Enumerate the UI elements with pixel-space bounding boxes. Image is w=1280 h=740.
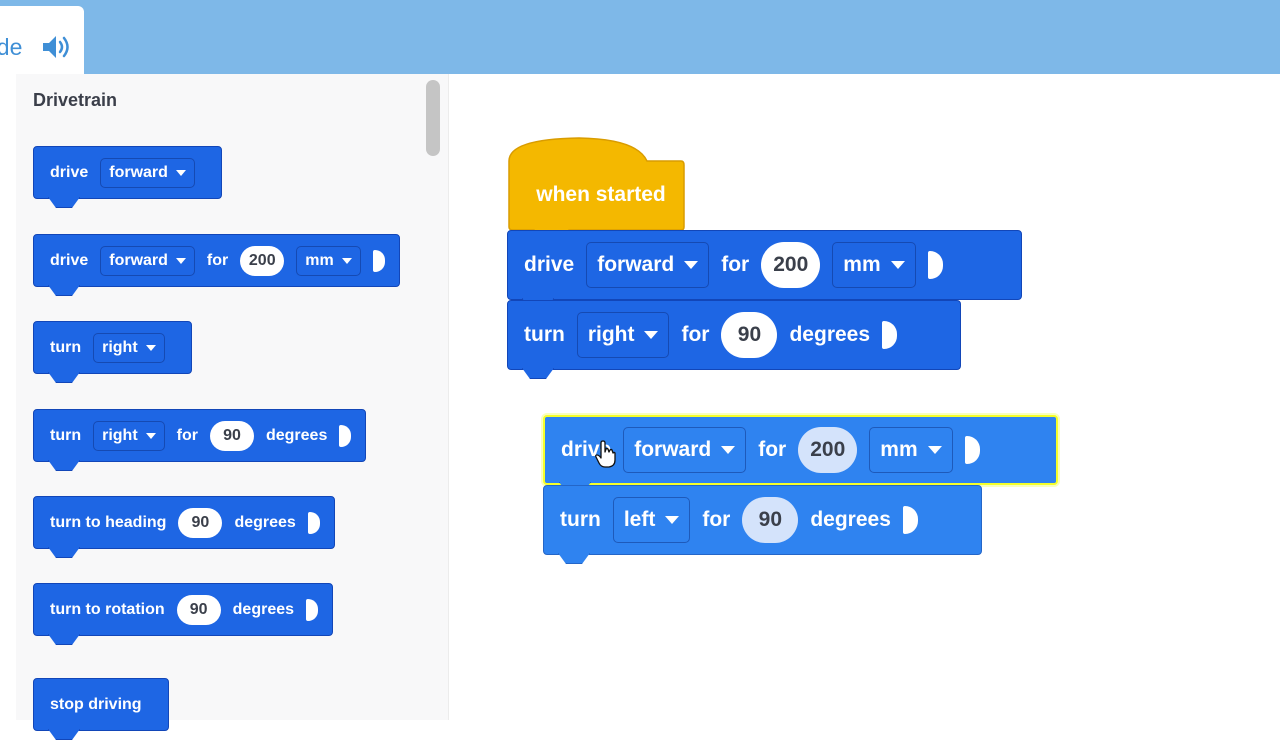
turn-direction-dropdown[interactable]: right — [576, 312, 670, 358]
turn-direction-dropdown[interactable]: right — [93, 332, 165, 363]
dropdown-arrow-icon — [684, 261, 699, 269]
block-text: drive — [50, 163, 89, 181]
dragged-block-drive-for[interactable]: drive forward for 200 mm — [543, 415, 1058, 485]
block-text: turn — [560, 508, 601, 531]
block-text: degrees — [810, 508, 891, 531]
palette-block-turn[interactable]: turn right — [33, 321, 192, 374]
direction-dropdown[interactable]: forward — [586, 242, 710, 288]
block-text: degrees — [789, 323, 871, 346]
play-icon — [964, 436, 980, 464]
block-text: degrees — [232, 600, 295, 618]
block-text: turn — [524, 323, 565, 346]
block-text: drive — [50, 251, 89, 269]
dropdown-arrow-icon — [644, 331, 659, 339]
direction-dropdown[interactable]: forward — [100, 245, 195, 276]
turn-direction-dropdown[interactable]: right — [93, 420, 165, 451]
play-icon — [339, 424, 352, 447]
dragged-block-turn-for[interactable]: turn left for 90 degrees — [543, 485, 982, 555]
tab-label: ode — [0, 34, 23, 60]
dropdown-arrow-icon — [145, 432, 156, 439]
block-text: degrees — [234, 513, 296, 531]
category-title: Drivetrain — [33, 90, 118, 110]
angle-input[interactable]: 90 — [209, 420, 254, 451]
script-block-turn-for[interactable]: turn right for 90 degrees — [507, 300, 961, 370]
dropdown-arrow-icon — [175, 169, 186, 176]
heading-input[interactable]: 90 — [178, 507, 223, 538]
direction-dropdown[interactable]: forward — [623, 427, 747, 473]
block-text: for — [758, 438, 787, 461]
angle-input[interactable]: 90 — [742, 497, 799, 543]
distance-input[interactable]: 200 — [798, 427, 858, 473]
block-text: turn — [50, 338, 82, 356]
dropdown-arrow-icon — [175, 257, 186, 264]
block-text: for — [702, 508, 731, 531]
turn-direction-dropdown[interactable]: left — [612, 497, 691, 543]
palette-block-drive[interactable]: drive forward — [33, 146, 222, 199]
play-icon — [882, 321, 898, 349]
units-dropdown[interactable]: mm — [869, 427, 953, 473]
angle-input[interactable]: 90 — [721, 312, 778, 358]
palette-scrollbar[interactable] — [426, 80, 440, 156]
block-text: degrees — [265, 426, 328, 444]
hand-cursor-icon — [595, 440, 616, 468]
block-text: turn to heading — [50, 513, 167, 531]
block-text: turn to rotation — [50, 600, 165, 618]
play-icon — [927, 251, 943, 279]
block-text: for — [681, 323, 710, 346]
direction-dropdown[interactable]: forward — [100, 157, 195, 188]
dropdown-arrow-icon — [145, 344, 156, 351]
palette-block-stop-driving[interactable]: stop driving — [33, 678, 169, 731]
speaker-icon[interactable] — [40, 33, 72, 61]
palette-block-drive-for[interactable]: drive forward for 200 mm — [33, 234, 400, 287]
block-text: for — [721, 253, 750, 276]
rotation-input[interactable]: 90 — [176, 594, 221, 625]
play-icon — [307, 511, 320, 534]
block-text: for — [206, 251, 229, 269]
block-text: turn — [50, 426, 82, 444]
block-text: stop driving — [50, 695, 142, 713]
dropdown-arrow-icon — [341, 257, 352, 264]
palette-block-turn-for[interactable]: turn right for 90 degrees — [33, 409, 367, 462]
dropdown-arrow-icon — [721, 446, 736, 454]
script-block-drive-for[interactable]: drive forward for 200 mm — [507, 230, 1022, 300]
dropdown-arrow-icon — [890, 261, 905, 269]
block-text: for — [176, 426, 198, 444]
palette-block-turn-to-rotation[interactable]: turn to rotation 90 degrees — [33, 583, 334, 636]
code-tab[interactable]: ode — [0, 6, 84, 74]
palette-block-turn-to-heading[interactable]: turn to heading 90 degrees — [33, 496, 335, 549]
block-text: drive — [524, 253, 575, 276]
units-dropdown[interactable]: mm — [296, 245, 361, 276]
units-dropdown[interactable]: mm — [832, 242, 916, 288]
dropdown-arrow-icon — [665, 516, 680, 524]
distance-input[interactable]: 200 — [761, 242, 821, 288]
play-icon — [372, 249, 385, 272]
hat-block-label: when started — [536, 183, 666, 206]
play-icon — [902, 506, 918, 534]
dropdown-arrow-icon — [927, 446, 942, 454]
distance-input[interactable]: 200 — [240, 245, 285, 276]
top-bar: ode — [0, 0, 1280, 74]
play-icon — [306, 598, 319, 621]
